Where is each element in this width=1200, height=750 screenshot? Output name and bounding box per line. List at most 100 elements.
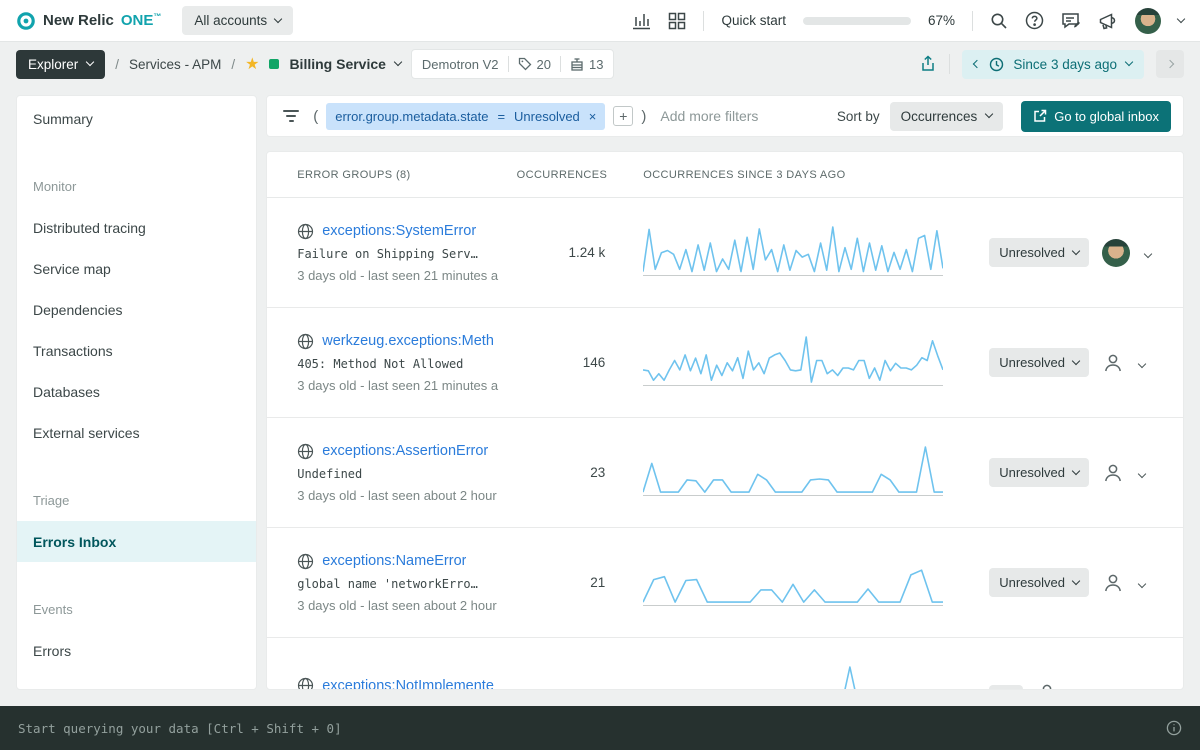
error-message: 405: Method Not Allowed xyxy=(297,357,523,371)
explorer-dropdown[interactable]: Explorer xyxy=(16,50,105,79)
error-group-link[interactable]: exceptions:NotImplemente xyxy=(322,678,494,691)
sort-dropdown[interactable]: Occurrences xyxy=(890,102,1004,131)
chevron-down-icon xyxy=(985,110,993,118)
error-group-row: exceptions:NameError global name 'networ… xyxy=(267,528,1183,638)
error-group-link[interactable]: exceptions:AssertionError xyxy=(322,443,488,459)
entity-meta-pill: Demotron V2 20 13 xyxy=(411,49,615,79)
status-dropdown[interactable]: Unresolved xyxy=(989,458,1089,487)
hosts-count[interactable]: 13 xyxy=(570,57,603,72)
time-back-icon[interactable] xyxy=(973,60,981,68)
row-expand-chevron[interactable] xyxy=(1071,683,1081,690)
filter-chip-key: error.group.metadata.state xyxy=(335,109,488,124)
occurrences-count: 146 xyxy=(523,355,619,370)
chevron-down-icon xyxy=(1125,58,1133,66)
tags-count[interactable]: 20 xyxy=(518,57,551,72)
sidebar-item-summary[interactable]: Summary xyxy=(17,98,256,139)
breadcrumb-separator: / xyxy=(115,57,119,72)
assignee-unassigned-icon[interactable] xyxy=(1102,462,1124,484)
error-group-link[interactable]: exceptions:NameError xyxy=(322,553,466,569)
sidebar-item-dependencies[interactable]: Dependencies xyxy=(17,289,256,330)
sidebar-item-errors[interactable]: Errors xyxy=(17,630,256,671)
status-dropdown[interactable]: Unresolved xyxy=(989,568,1089,597)
chevron-down-icon xyxy=(1072,466,1080,474)
chevron-down-icon xyxy=(1072,356,1080,364)
error-age: 3 days old - last seen 21 minutes a xyxy=(297,378,523,393)
user-menu-chevron-icon[interactable] xyxy=(1178,20,1184,22)
health-status-icon xyxy=(269,59,279,69)
error-message: Failure on Shipping Serv… xyxy=(297,247,523,261)
column-error-groups: ERROR GROUPS (8) xyxy=(297,169,523,181)
info-icon[interactable] xyxy=(1166,720,1182,736)
chevron-down-icon xyxy=(1072,576,1080,584)
assignee-unassigned-icon[interactable] xyxy=(1036,682,1058,691)
clock-icon xyxy=(989,57,1004,72)
sidebar-item-external-services[interactable]: External services xyxy=(17,412,256,453)
query-input[interactable]: Start querying your data [Ctrl + Shift +… xyxy=(18,721,342,736)
row-expand-chevron[interactable] xyxy=(1137,463,1147,482)
row-expand-chevron[interactable] xyxy=(1143,243,1153,262)
sidebar-item-service-map[interactable]: Service map xyxy=(17,248,256,289)
globe-icon xyxy=(297,333,314,350)
environment-name: Demotron V2 xyxy=(422,57,499,72)
user-avatar[interactable] xyxy=(1135,8,1161,34)
top-bar: New Relic ONE™ All accounts Quick start … xyxy=(0,0,1200,42)
error-group-row: exceptions:AssertionError Undefined 3 da… xyxy=(267,418,1183,528)
help-icon[interactable] xyxy=(1025,11,1044,30)
status-dropdown[interactable]: Unresolved xyxy=(989,348,1089,377)
error-age: 3 days old - last seen 21 minutes a xyxy=(297,268,523,283)
error-message: global name 'networkErro… xyxy=(297,577,523,591)
occurrences-sparkline xyxy=(643,441,943,499)
sidebar-section-triage: Triage xyxy=(17,480,256,521)
row-expand-chevron[interactable] xyxy=(1137,353,1147,372)
apps-grid-icon[interactable] xyxy=(668,12,686,30)
add-condition-button[interactable]: + xyxy=(613,106,633,126)
histogram-icon[interactable] xyxy=(632,12,651,30)
quick-start-percent: 67% xyxy=(928,13,955,28)
sort-by-label: Sort by xyxy=(837,109,880,124)
divider xyxy=(949,54,950,74)
sidebar-item-errors-inbox[interactable]: Errors Inbox xyxy=(17,521,256,562)
status-dropdown[interactable]: Unresolved xyxy=(989,238,1089,267)
share-icon[interactable] xyxy=(919,55,937,73)
sidebar-item-distributed-tracing[interactable]: Distributed tracing xyxy=(17,207,256,248)
status-dropdown[interactable] xyxy=(989,685,1023,691)
globe-icon xyxy=(297,677,314,690)
filter-chip[interactable]: error.group.metadata.state = Unresolved … xyxy=(326,103,605,130)
time-forward-button[interactable] xyxy=(1156,50,1184,78)
feedback-icon[interactable] xyxy=(1061,12,1081,30)
divider xyxy=(508,56,509,72)
error-group-link[interactable]: werkzeug.exceptions:Meth xyxy=(322,333,494,349)
time-picker[interactable]: Since 3 days ago xyxy=(962,50,1144,79)
filter-chip-remove-icon[interactable]: × xyxy=(589,109,597,124)
globe-icon xyxy=(297,223,314,240)
brand: New Relic ONE™ All accounts xyxy=(16,6,293,35)
row-expand-chevron[interactable] xyxy=(1137,573,1147,592)
accounts-dropdown[interactable]: All accounts xyxy=(182,6,293,35)
open-paren: ( xyxy=(313,108,318,125)
error-age: 3 days old - last seen about 2 hour xyxy=(297,598,523,613)
error-group-row: exceptions:NotImplemente xyxy=(267,638,1183,690)
favorite-star-icon[interactable]: ★ xyxy=(245,54,259,74)
add-filters-input[interactable]: Add more filters xyxy=(660,108,829,124)
entity-dropdown[interactable]: Billing Service xyxy=(289,56,400,72)
sidebar-section-monitor: Monitor xyxy=(17,166,256,207)
assignee-unassigned-icon[interactable] xyxy=(1102,572,1124,594)
assignee-unassigned-icon[interactable] xyxy=(1102,352,1124,374)
announcements-icon[interactable] xyxy=(1098,12,1118,30)
error-group-link[interactable]: exceptions:SystemError xyxy=(322,223,476,239)
error-groups-table: ERROR GROUPS (8) OCCURRENCES OCCURRENCES… xyxy=(266,151,1184,690)
filter-bar: ( error.group.metadata.state = Unresolve… xyxy=(266,95,1184,137)
sidebar-section-events: Events xyxy=(17,589,256,630)
query-bar: Start querying your data [Ctrl + Shift +… xyxy=(0,706,1200,750)
assignee-avatar[interactable] xyxy=(1102,239,1130,267)
search-icon[interactable] xyxy=(990,12,1008,30)
breadcrumb-category[interactable]: Services - APM xyxy=(129,57,221,72)
chevron-down-icon xyxy=(274,14,282,22)
occurrences-sparkline xyxy=(643,331,943,389)
sidebar-item-transactions[interactable]: Transactions xyxy=(17,330,256,371)
error-group-row: exceptions:SystemError Failure on Shippi… xyxy=(267,198,1183,308)
sidebar: Summary Monitor Distributed tracing Serv… xyxy=(16,95,257,690)
global-inbox-button[interactable]: Go to global inbox xyxy=(1021,101,1171,132)
chevron-down-icon xyxy=(1006,686,1014,690)
sidebar-item-databases[interactable]: Databases xyxy=(17,371,256,412)
